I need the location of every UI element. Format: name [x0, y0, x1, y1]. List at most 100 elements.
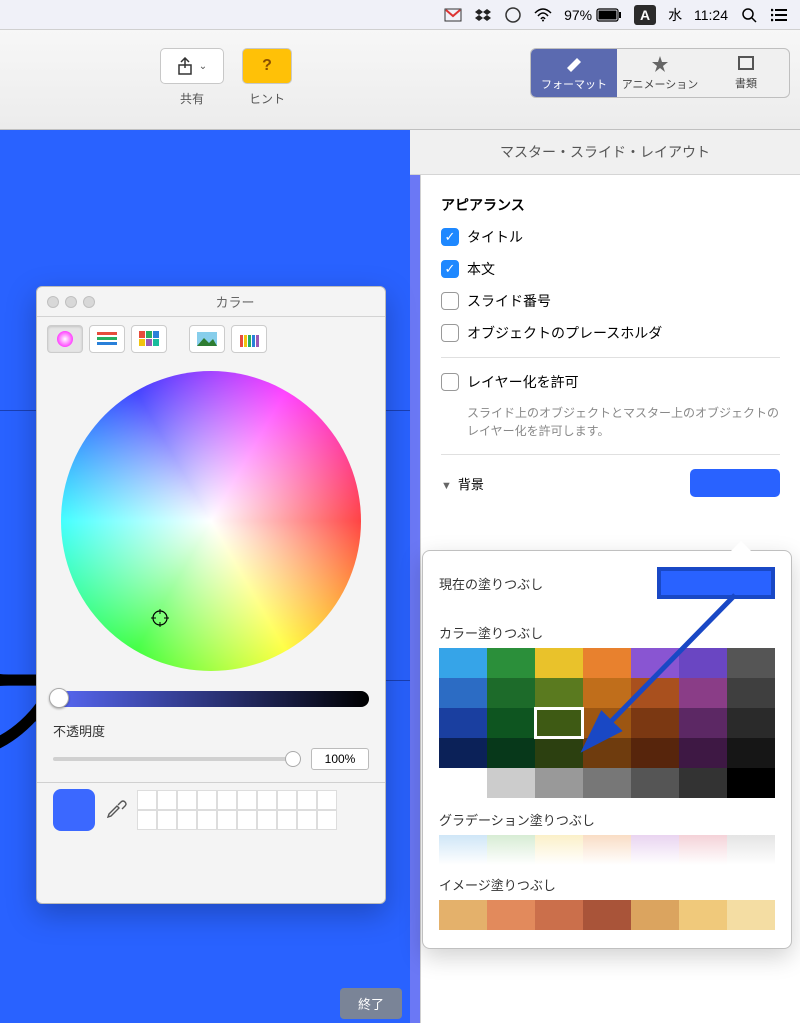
mode-image-icon[interactable] — [189, 325, 225, 353]
tab-document[interactable]: 書類 — [703, 49, 789, 97]
palette-swatch[interactable] — [727, 648, 775, 678]
gradient-swatch[interactable] — [727, 835, 775, 865]
end-button[interactable]: 終了 — [340, 988, 402, 1019]
opacity-slider[interactable] — [53, 757, 301, 761]
selected-color-swatch[interactable] — [53, 789, 95, 831]
swatch-well-grid[interactable] — [137, 790, 337, 830]
image-swatch[interactable] — [583, 900, 631, 930]
swatch-well[interactable] — [277, 810, 297, 830]
checkbox-placeholder[interactable]: オブジェクトのプレースホルダ — [441, 323, 780, 343]
hint-button[interactable]: ? ヒント — [242, 48, 292, 107]
slider-knob[interactable] — [285, 751, 301, 767]
palette-swatch[interactable] — [439, 678, 487, 708]
palette-swatch[interactable] — [631, 678, 679, 708]
background-swatch[interactable] — [690, 469, 780, 497]
palette-swatch[interactable] — [583, 678, 631, 708]
wifi-icon[interactable] — [534, 6, 552, 24]
gradient-swatch[interactable] — [487, 835, 535, 865]
image-swatch[interactable] — [439, 900, 487, 930]
palette-swatch[interactable] — [583, 738, 631, 768]
swatch-well[interactable] — [297, 810, 317, 830]
swatch-well[interactable] — [297, 790, 317, 810]
swatch-well[interactable] — [137, 790, 157, 810]
color-wheel[interactable] — [61, 371, 361, 671]
brightness-slider[interactable] — [53, 691, 369, 707]
tab-format[interactable]: フォーマット — [531, 49, 617, 97]
checkbox-allow-layer[interactable]: レイヤー化を許可 — [441, 372, 780, 392]
gradient-swatch[interactable] — [631, 835, 679, 865]
window-titlebar[interactable]: カラー — [37, 287, 385, 317]
eyedropper-icon[interactable] — [105, 796, 127, 824]
mode-crayons-icon[interactable] — [231, 325, 267, 353]
swatch-well[interactable] — [197, 810, 217, 830]
swatch-well[interactable] — [277, 790, 297, 810]
palette-swatch[interactable] — [535, 738, 583, 768]
checkbox-title[interactable]: ✓ タイトル — [441, 227, 780, 247]
palette-swatch[interactable] — [679, 648, 727, 678]
palette-swatch[interactable] — [631, 648, 679, 678]
swatch-well[interactable] — [197, 790, 217, 810]
palette-swatch[interactable] — [727, 708, 775, 738]
swatch-well[interactable] — [317, 810, 337, 830]
palette-swatch[interactable] — [487, 708, 535, 738]
palette-swatch[interactable] — [439, 768, 487, 798]
mode-palette-icon[interactable] — [131, 325, 167, 353]
swatch-well[interactable] — [137, 810, 157, 830]
swatch-well[interactable] — [237, 810, 257, 830]
palette-swatch[interactable] — [439, 738, 487, 768]
palette-swatch[interactable] — [631, 708, 679, 738]
palette-swatch[interactable] — [487, 738, 535, 768]
palette-swatch[interactable] — [727, 738, 775, 768]
gmail-icon[interactable] — [444, 6, 462, 24]
list-icon[interactable] — [770, 6, 788, 24]
swatch-well[interactable] — [257, 810, 277, 830]
palette-swatch[interactable] — [679, 708, 727, 738]
image-swatch[interactable] — [679, 900, 727, 930]
swatch-well[interactable] — [177, 810, 197, 830]
battery-status[interactable]: 97% — [564, 7, 622, 23]
background-row[interactable]: ▼背景 — [441, 469, 780, 497]
swatch-well[interactable] — [217, 810, 237, 830]
input-method-badge[interactable]: A — [634, 5, 656, 25]
share-button[interactable]: ⌄ 共有 — [160, 48, 224, 107]
swatch-well[interactable] — [237, 790, 257, 810]
image-swatch[interactable] — [727, 900, 775, 930]
mode-sliders-icon[interactable] — [89, 325, 125, 353]
palette-swatch[interactable] — [583, 708, 631, 738]
swatch-well[interactable] — [317, 790, 337, 810]
palette-swatch[interactable] — [679, 738, 727, 768]
gradient-swatch[interactable] — [439, 835, 487, 865]
palette-swatch[interactable] — [439, 648, 487, 678]
palette-swatch[interactable] — [631, 768, 679, 798]
slider-knob[interactable] — [49, 688, 69, 708]
gradient-swatch[interactable] — [535, 835, 583, 865]
spotlight-icon[interactable] — [740, 6, 758, 24]
checkbox-slide-number[interactable]: スライド番号 — [441, 291, 780, 311]
palette-swatch[interactable] — [487, 648, 535, 678]
palette-swatch[interactable] — [679, 678, 727, 708]
gradient-swatch[interactable] — [583, 835, 631, 865]
image-swatch[interactable] — [535, 900, 583, 930]
palette-swatch[interactable] — [727, 678, 775, 708]
opacity-value[interactable]: 100% — [311, 748, 369, 770]
safari-icon[interactable] — [504, 6, 522, 24]
palette-swatch[interactable] — [439, 708, 487, 738]
palette-swatch[interactable] — [583, 768, 631, 798]
palette-swatch[interactable] — [727, 768, 775, 798]
palette-swatch[interactable] — [679, 768, 727, 798]
palette-swatch[interactable] — [583, 648, 631, 678]
palette-swatch[interactable] — [535, 648, 583, 678]
swatch-well[interactable] — [217, 790, 237, 810]
gradient-swatch[interactable] — [679, 835, 727, 865]
swatch-well[interactable] — [177, 790, 197, 810]
swatch-well[interactable] — [157, 790, 177, 810]
traffic-lights[interactable] — [47, 296, 95, 308]
current-fill-swatch[interactable] — [657, 567, 775, 599]
image-swatch[interactable] — [487, 900, 535, 930]
swatch-well[interactable] — [257, 790, 277, 810]
palette-swatch[interactable] — [631, 738, 679, 768]
dropbox-icon[interactable] — [474, 6, 492, 24]
checkbox-body[interactable]: ✓ 本文 — [441, 259, 780, 279]
palette-swatch[interactable] — [487, 678, 535, 708]
tab-animation[interactable]: アニメーション — [617, 49, 703, 97]
